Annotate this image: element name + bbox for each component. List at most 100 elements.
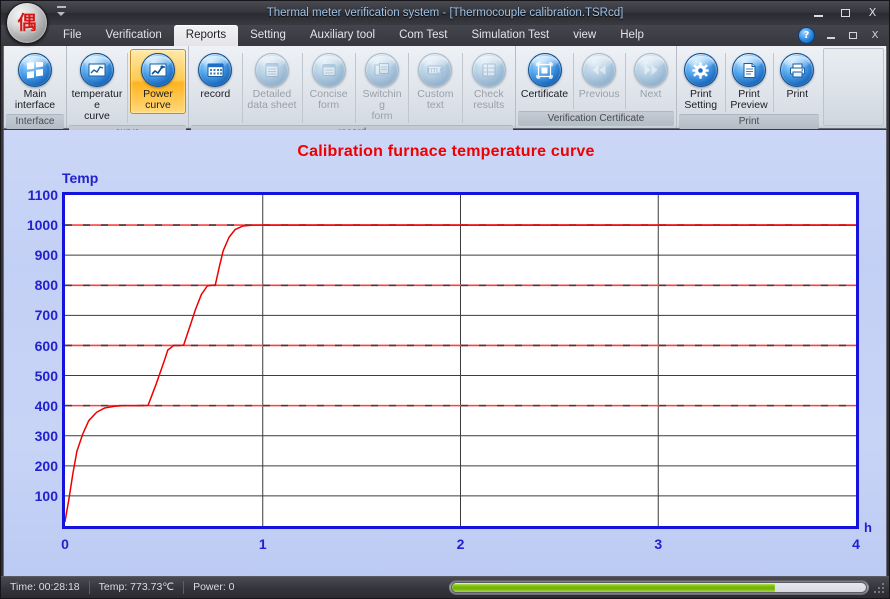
ribbon-button-check-results[interactable]: Checkresults [464, 49, 513, 114]
chart-svg [65, 195, 856, 526]
ribbon-empty-area [823, 48, 884, 126]
ribbon-group-verification-certificate: Certificate Previous [515, 46, 676, 128]
ribbon-button-certificate[interactable]: Certificate [518, 49, 571, 103]
ribbon-group-label-print: Print [679, 114, 819, 129]
ribbon-button-label: Powercurve [143, 89, 173, 111]
chart-y-tick-label: 800 [10, 277, 58, 293]
ribbon-group-print: PrintSetting PrintPreview [676, 46, 821, 128]
ribbon-button-custom-text[interactable]: TITLE Customtext [411, 49, 460, 114]
chart-x-axis-unit-label: h [864, 520, 872, 535]
ribbon-button-label: Detaileddata sheet [247, 89, 296, 111]
application-window: Thermal meter verification system - [The… [0, 0, 890, 599]
ribbon-group-interface: Maininterface Interface [4, 46, 66, 128]
ribbon-button-label: Checkresults [473, 89, 504, 111]
chart-y-tick-label: 300 [10, 428, 58, 444]
menu-item-file[interactable]: File [51, 25, 94, 46]
close-button[interactable]: X [860, 4, 885, 21]
ribbon-group-label-interface: Interface [6, 114, 64, 129]
application-menu-button[interactable]: 偶 [6, 2, 48, 44]
windows-tiles-icon [18, 53, 52, 87]
ribbon-button-power-curve[interactable]: Powercurve [130, 49, 186, 114]
chart-y-tick-label: 600 [10, 338, 58, 354]
ribbon-button-print-preview[interactable]: PrintPreview [727, 49, 771, 114]
concise-form-icon [312, 53, 346, 87]
chart-panel: Calibration furnace temperature curve Te… [3, 130, 887, 577]
ribbon-button-main-interface[interactable]: Maininterface [6, 49, 64, 114]
ribbon-button-label: Customtext [417, 89, 453, 111]
ribbon-group-curve: temperaturecurve Powercurve curve [66, 46, 188, 128]
printer-icon [780, 53, 814, 87]
check-results-icon [472, 53, 506, 87]
forward-icon [634, 53, 668, 87]
quick-access-toolbar-dropdown-icon[interactable] [53, 6, 69, 18]
chart-y-axis-ticks: 10020030040050060070080090010001100 [4, 192, 58, 529]
ribbon-button-label: PrintPreview [730, 89, 767, 111]
line-chart-icon [80, 53, 114, 87]
ribbon-button-temperature-curve[interactable]: temperaturecurve [69, 49, 125, 125]
status-bar: Time: 00:28:18 Temp: 773.73℃ Power: 0 [1, 576, 889, 598]
data-sheet-icon [255, 53, 289, 87]
app-logo-glyph: 偶 [17, 14, 36, 33]
chart-y-axis-label: Temp [62, 170, 98, 186]
ribbon-button-switching-form[interactable]: Switchingform [358, 49, 407, 125]
chart-x-tick-label: 0 [61, 536, 69, 552]
resize-grip[interactable] [874, 583, 886, 595]
menu-item-setting[interactable]: Setting [238, 25, 298, 46]
menu-item-verification[interactable]: Verification [94, 25, 174, 46]
menu-item-simulation-test[interactable]: Simulation Test [459, 25, 561, 46]
mdi-restore-button[interactable] [843, 28, 863, 44]
ribbon-separator [408, 53, 409, 123]
ribbon-button-print-setting[interactable]: PrintSetting [679, 49, 723, 114]
power-curve-icon [141, 53, 175, 87]
ribbon-button-label: Previous [579, 89, 620, 100]
status-progress-bar [449, 580, 869, 595]
chart-y-tick-label: 1000 [10, 217, 58, 233]
status-power: Power: 0 [184, 580, 243, 595]
ribbon-separator [462, 53, 463, 123]
status-temperature: Temp: 773.73℃ [90, 580, 183, 595]
svg-text:TITLE: TITLE [427, 68, 443, 75]
ribbon-group-record: record Detaileddata sheet [188, 46, 515, 128]
menu-item-reports[interactable]: Reports [174, 25, 238, 46]
title-bar: Thermal meter verification system - [The… [1, 1, 889, 25]
menu-bar: File Verification Reports Setting Auxili… [1, 25, 889, 46]
menu-item-view[interactable]: view [561, 25, 608, 46]
chart-plot-area [62, 192, 859, 529]
minimize-button[interactable] [806, 4, 831, 21]
gear-icon [684, 53, 718, 87]
ribbon-button-next[interactable]: Next [627, 49, 674, 103]
ribbon-separator [242, 53, 243, 123]
calendar-grid-icon [198, 53, 232, 87]
ribbon-button-previous[interactable]: Previous [576, 49, 623, 103]
maximize-button[interactable] [833, 4, 858, 21]
ribbon-button-record[interactable]: record [191, 49, 240, 103]
menu-item-help[interactable]: Help [608, 25, 656, 46]
ribbon-group-label-verification-certificate: Verification Certificate [518, 111, 674, 126]
ribbon-button-print[interactable]: Print [776, 49, 820, 103]
chart-y-tick-label: 900 [10, 247, 58, 263]
menu-item-com-test[interactable]: Com Test [387, 25, 459, 46]
progress-track [451, 582, 867, 593]
ribbon-toolbar: Maininterface Interface temperaturecurve [3, 46, 887, 129]
ribbon-separator [355, 53, 356, 123]
menu-item-auxiliary-tool[interactable]: Auxiliary tool [298, 25, 387, 46]
progress-fill [452, 583, 775, 592]
ribbon-button-concise-form[interactable]: Conciseform [304, 49, 353, 114]
chart-x-tick-label: 4 [852, 536, 860, 552]
ribbon-separator [302, 53, 303, 123]
help-icon[interactable]: ? [798, 27, 815, 44]
window-controls: X [806, 4, 885, 21]
chart-y-tick-label: 400 [10, 398, 58, 414]
chart-x-tick-label: 3 [654, 536, 662, 552]
ribbon-button-detailed-data-sheet[interactable]: Detaileddata sheet [244, 49, 299, 114]
ribbon-button-label: record [200, 89, 230, 100]
mdi-child-window-controls: ? X [798, 27, 885, 44]
ribbon-separator [773, 53, 774, 112]
mdi-close-button[interactable]: X [865, 28, 885, 44]
chart-title: Calibration furnace temperature curve [4, 143, 887, 161]
chart-y-tick-label: 100 [10, 488, 58, 504]
mdi-minimize-button[interactable] [821, 28, 841, 44]
menu-items: File Verification Reports Setting Auxili… [51, 25, 656, 46]
chart-y-tick-label: 700 [10, 307, 58, 323]
ribbon-separator [625, 53, 626, 109]
